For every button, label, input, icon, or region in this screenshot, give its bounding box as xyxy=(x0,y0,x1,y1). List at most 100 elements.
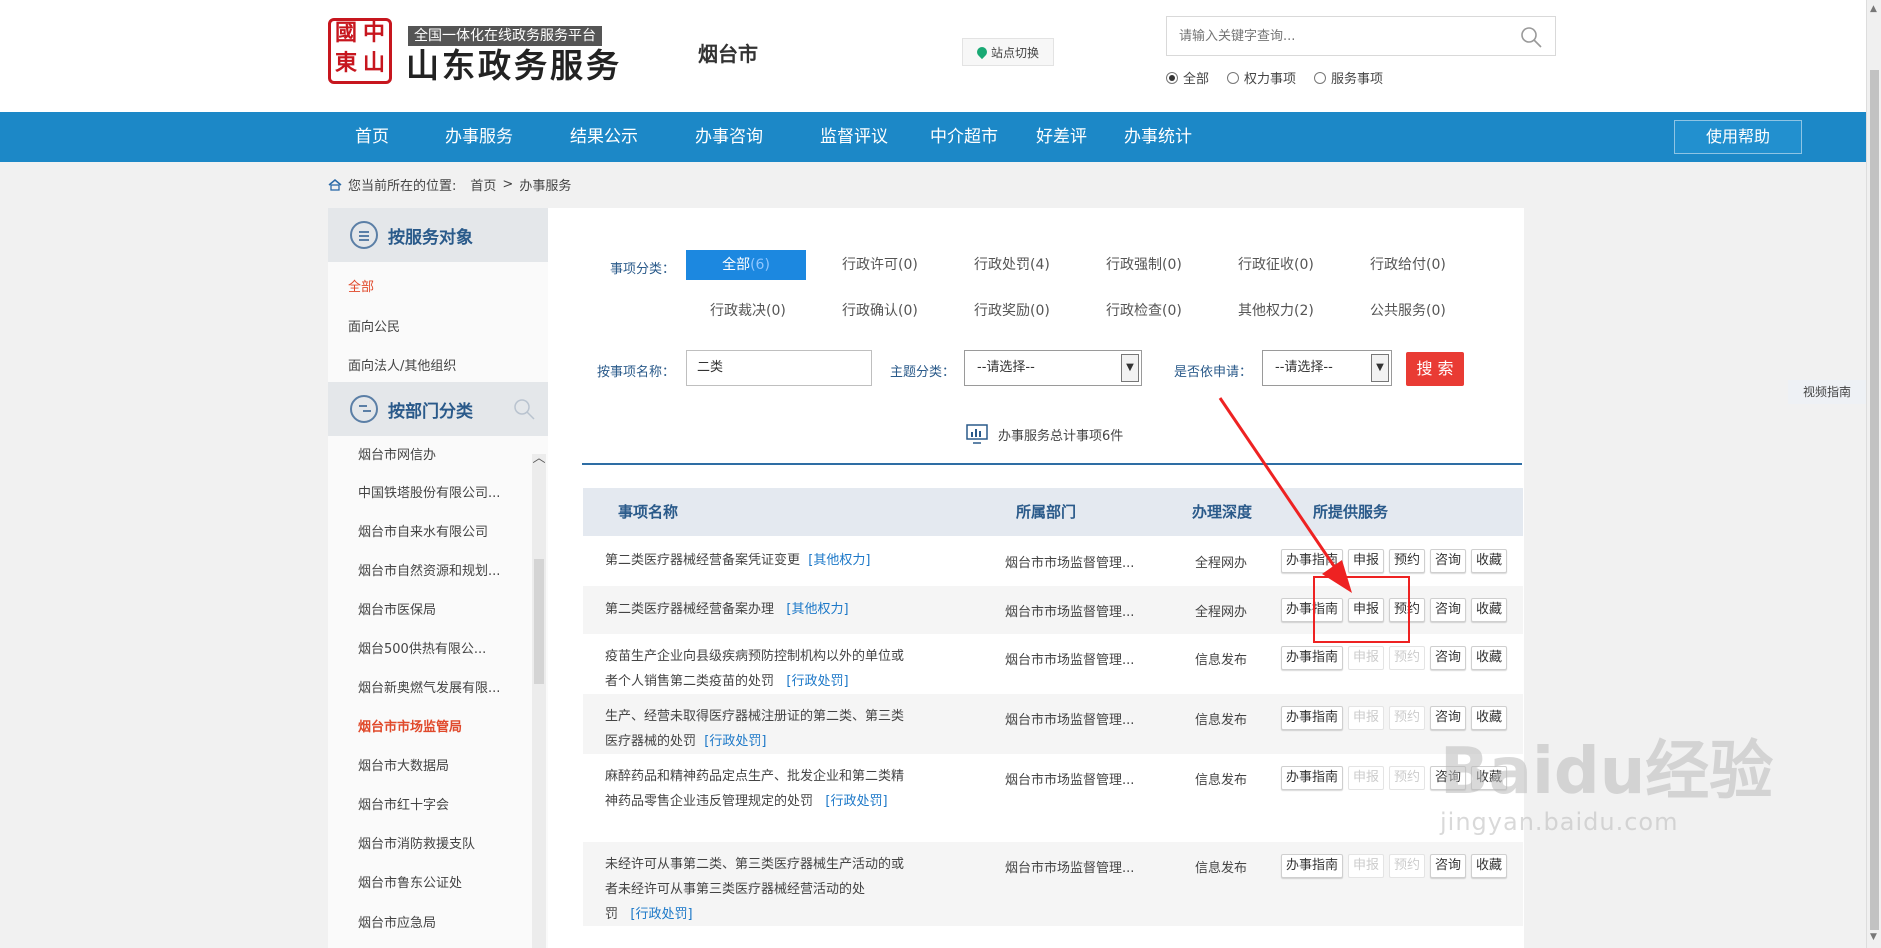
category-license[interactable]: 行政许可(0) xyxy=(842,250,918,280)
site-title[interactable]: 山东政务服务 xyxy=(406,46,622,86)
dept-item[interactable]: 中国铁塔股份有限公司... xyxy=(358,482,500,501)
consult-button[interactable]: 咨询 xyxy=(1430,646,1466,670)
dept-item[interactable]: 烟台市自然资源和规划... xyxy=(358,560,500,579)
dept-item[interactable]: 烟台市应急局 xyxy=(358,912,436,931)
search-button[interactable]: 搜 索 xyxy=(1406,352,1464,386)
nav-services[interactable]: 办事服务 xyxy=(445,112,513,162)
sidebar-head-dept[interactable]: 按部门分类 xyxy=(328,382,548,436)
chevron-up-icon[interactable]: ︿ xyxy=(532,452,546,466)
guide-button[interactable]: 办事指南 xyxy=(1281,706,1343,730)
category-inspection[interactable]: 行政检查(0) xyxy=(1106,296,1182,326)
apply-button[interactable]: 申报 xyxy=(1348,549,1384,573)
guide-button[interactable]: 办事指南 xyxy=(1281,646,1343,670)
sidebar-head-target[interactable]: 按服务对象 xyxy=(328,208,548,262)
favorite-button[interactable]: 收藏 xyxy=(1471,646,1507,670)
item-depth: 信息发布 xyxy=(1195,773,1248,788)
category-payment[interactable]: 行政给付(0) xyxy=(1370,250,1446,280)
scope-radio-power[interactable]: 权力事项 xyxy=(1227,68,1296,87)
item-name[interactable]: 生产、经营未取得医疗器械注册证的第二类、第三类医疗器械的处罚 [行政处罚] xyxy=(605,704,905,754)
breadcrumb-current[interactable]: 办事服务 xyxy=(519,175,571,194)
help-button[interactable]: 使用帮助 xyxy=(1674,120,1802,154)
chevron-down-icon[interactable]: ▼ xyxy=(1121,354,1139,382)
dept-item[interactable]: 烟台市红十字会 xyxy=(358,794,449,813)
target-item-all[interactable]: 全部 xyxy=(348,276,374,295)
dept-item[interactable]: 烟台500供热有限公... xyxy=(358,638,486,657)
dept-item[interactable]: 烟台市大数据局 xyxy=(358,755,449,774)
dept-search-icon[interactable] xyxy=(513,398,535,420)
dept-item[interactable]: 烟台市网信办 xyxy=(358,444,436,463)
category-reward[interactable]: 行政奖励(0) xyxy=(974,296,1050,326)
item-name-text[interactable]: 第二类医疗器械经营备案凭证变更 xyxy=(605,553,800,568)
category-public-service[interactable]: 公共服务(0) xyxy=(1370,296,1446,326)
nav-statistics[interactable]: 办事统计 xyxy=(1124,112,1192,162)
favorite-button[interactable]: 收藏 xyxy=(1471,598,1507,622)
dept-item[interactable]: 烟台市自来水有限公司 xyxy=(358,521,488,540)
dept-item[interactable]: 烟台新奥燃气发展有限... xyxy=(358,677,500,696)
page-scrollbar[interactable]: ▲ ▼ xyxy=(1866,0,1881,948)
guide-button[interactable]: 办事指南 xyxy=(1281,854,1343,878)
col-header-dept: 所属部门 xyxy=(1016,503,1077,521)
apply-select[interactable]: --请选择-- ▼ xyxy=(1262,350,1392,386)
nav-results[interactable]: 结果公示 xyxy=(570,112,638,162)
category-other-power[interactable]: 其他权力(2) xyxy=(1238,296,1314,326)
guide-button[interactable]: 办事指南 xyxy=(1281,549,1343,573)
chevron-down-icon[interactable]: ▼ xyxy=(1371,354,1389,382)
dept-item[interactable]: 烟台市鲁东公证处 xyxy=(358,872,462,891)
consult-button[interactable]: 咨询 xyxy=(1430,706,1466,730)
item-name[interactable]: 第二类医疗器械经营备案凭证变更 [其他权力] xyxy=(605,548,905,573)
item-name[interactable]: 未经许可从事第二类、第三类医疗器械生产活动的或者未经许可从事第三类医疗器械经营活… xyxy=(605,852,905,927)
scroll-up-icon[interactable]: ▲ xyxy=(1870,4,1877,14)
theme-select[interactable]: --请选择-- ▼ xyxy=(964,350,1142,386)
nav-agency-market[interactable]: 中介超市 xyxy=(930,112,998,162)
scroll-thumb[interactable] xyxy=(534,559,544,684)
category-label-text: 行政确认 xyxy=(842,303,898,319)
breadcrumb-home[interactable]: 首页 xyxy=(470,175,496,194)
favorite-button[interactable]: 收藏 xyxy=(1471,706,1507,730)
search-icon[interactable] xyxy=(1519,25,1543,49)
radio-checked-icon[interactable] xyxy=(1166,71,1178,84)
video-guide-button[interactable]: 视频指南 xyxy=(1788,380,1866,404)
scope-radio-all[interactable]: 全部 xyxy=(1166,68,1209,87)
dept-item-active[interactable]: 烟台市市场监管局 xyxy=(358,716,462,735)
table-header: 事项名称 所属部门 办理深度 所提供服务 xyxy=(583,488,1523,536)
item-name[interactable]: 疫苗生产企业向县级疾病预防控制机构以外的单位或者个人销售第二类疫苗的处罚 [行政… xyxy=(605,644,905,694)
page-scroll-thumb[interactable] xyxy=(1870,70,1879,930)
category-label-text: 行政征收 xyxy=(1238,257,1294,273)
nav-home[interactable]: 首页 xyxy=(355,112,389,162)
guide-button[interactable]: 办事指南 xyxy=(1281,766,1343,790)
target-item-citizen[interactable]: 面向公民 xyxy=(348,316,400,335)
dept-item[interactable]: 烟台市医保局 xyxy=(358,599,436,618)
scope-radio-service[interactable]: 服务事项 xyxy=(1314,68,1383,87)
item-name-text[interactable]: 第二类医疗器械经营备案办理 xyxy=(605,602,774,617)
logo-seal-icon[interactable]: 國 中 東 山 xyxy=(328,18,392,84)
target-item-legal[interactable]: 面向法人/其他组织 xyxy=(348,355,456,374)
category-ruling[interactable]: 行政裁决(0) xyxy=(710,296,786,326)
search-input[interactable] xyxy=(1167,17,1497,55)
dept-scrollbar[interactable] xyxy=(532,454,546,948)
consult-button[interactable]: 咨询 xyxy=(1430,549,1466,573)
category-penalty[interactable]: 行政处罚(4) xyxy=(974,250,1050,280)
item-name-text[interactable]: 疫苗生产企业向县级疾病预防控制机构以外的单位或者个人销售第二类疫苗的处罚 xyxy=(605,649,904,689)
nav-supervision[interactable]: 监督评议 xyxy=(820,112,888,162)
reserve-button[interactable]: 预约 xyxy=(1389,549,1425,573)
consult-button[interactable]: 咨询 xyxy=(1430,854,1466,878)
consult-button[interactable]: 咨询 xyxy=(1430,598,1466,622)
apply-filter-label: 是否依申请： xyxy=(1174,365,1253,380)
item-name[interactable]: 麻醉药品和精神药品定点生产、批发企业和第二类精神药品零售企业违反管理规定的处罚 … xyxy=(605,764,905,814)
nav-consult[interactable]: 办事咨询 xyxy=(695,112,763,162)
category-enforcement[interactable]: 行政强制(0) xyxy=(1106,250,1182,280)
favorite-button[interactable]: 收藏 xyxy=(1471,854,1507,878)
radio-unchecked-icon[interactable] xyxy=(1227,71,1240,84)
nav-rating[interactable]: 好差评 xyxy=(1036,112,1087,162)
site-switch-button[interactable]: 站点切换 xyxy=(962,38,1054,66)
dept-item[interactable]: 烟台市消防救援支队 xyxy=(358,833,475,852)
category-label: 事项分类： xyxy=(610,262,676,277)
favorite-button[interactable]: 收藏 xyxy=(1471,549,1507,573)
scroll-down-icon[interactable]: ▼ xyxy=(1870,932,1877,942)
item-name-input[interactable]: 二类 xyxy=(686,350,872,386)
item-name[interactable]: 第二类医疗器械经营备案办理 [其他权力] xyxy=(605,597,905,622)
category-levy[interactable]: 行政征收(0) xyxy=(1238,250,1314,280)
radio-unchecked-icon[interactable] xyxy=(1314,71,1327,84)
category-confirm[interactable]: 行政确认(0) xyxy=(842,296,918,326)
category-all[interactable]: 全部(6) xyxy=(686,250,806,280)
